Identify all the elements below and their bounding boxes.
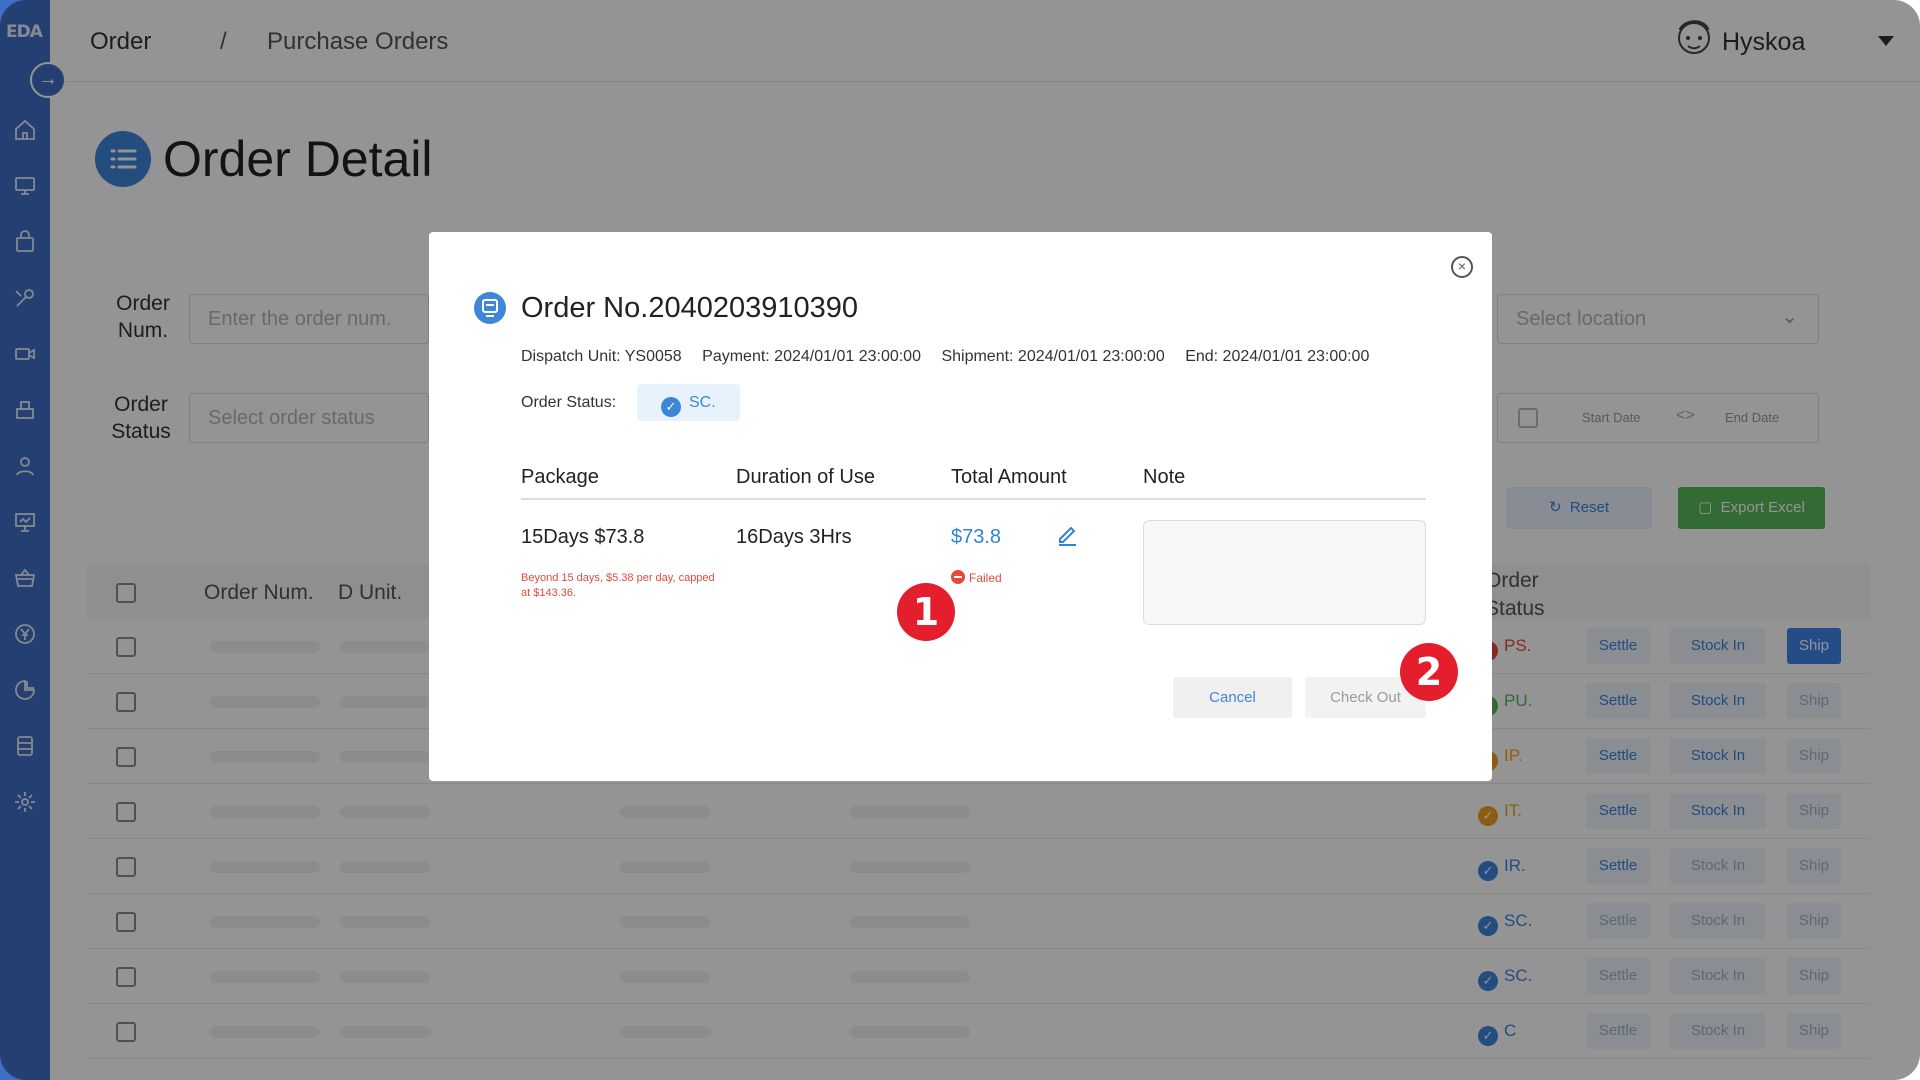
col-note: Note bbox=[1143, 466, 1186, 488]
cancel-button[interactable]: Cancel bbox=[1173, 677, 1292, 718]
edit-pencil-icon[interactable] bbox=[1055, 522, 1079, 546]
package-note: Beyond 15 days, $5.38 per day, capped at… bbox=[521, 572, 715, 599]
package-value: 15Days $73.8 bbox=[521, 526, 645, 548]
order-meta: Dispatch Unit: YS0058 Payment: 2024/01/0… bbox=[521, 348, 1385, 366]
col-duration: Duration of Use bbox=[736, 466, 875, 488]
divider bbox=[521, 498, 1426, 500]
end-time: End: 2024/01/01 23:00:00 bbox=[1185, 348, 1370, 365]
minus-circle-icon bbox=[951, 570, 965, 584]
annotation-marker-1: 1 bbox=[897, 583, 955, 641]
close-icon[interactable]: × bbox=[1451, 256, 1473, 278]
check-circle-icon: ✓ bbox=[661, 397, 681, 417]
annotation-marker-2: 2 bbox=[1400, 643, 1458, 701]
order-receipt-icon bbox=[474, 292, 506, 324]
shipment-time: Shipment: 2024/01/01 23:00:00 bbox=[941, 348, 1165, 365]
payment-time: Payment: 2024/01/01 23:00:00 bbox=[702, 348, 921, 365]
order-detail-modal: × Order No.2040203910390 Dispatch Unit: … bbox=[429, 232, 1492, 781]
failed-text: Failed bbox=[969, 571, 1002, 585]
status-badge-text: SC. bbox=[689, 394, 716, 411]
note-textarea[interactable] bbox=[1143, 520, 1426, 625]
duration-value: 16Days 3Hrs bbox=[736, 526, 852, 548]
status-badge: ✓ SC. bbox=[637, 384, 740, 421]
col-total-amount: Total Amount bbox=[951, 466, 1067, 488]
failed-status: Failed bbox=[951, 570, 1002, 585]
col-package: Package bbox=[521, 466, 599, 488]
order-title: Order No.2040203910390 bbox=[521, 292, 858, 324]
dispatch-unit: Dispatch Unit: YS0058 bbox=[521, 348, 682, 365]
total-amount: $73.8 bbox=[951, 526, 1002, 548]
order-status-label: Order Status: bbox=[521, 394, 617, 411]
